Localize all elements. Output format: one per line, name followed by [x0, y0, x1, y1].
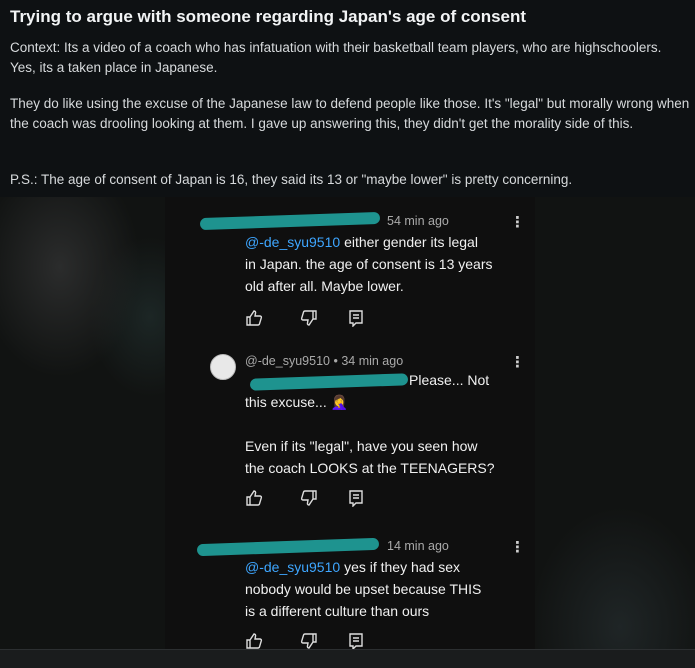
redaction-mark — [199, 211, 381, 231]
comment-line: is a different culture than ours — [245, 603, 430, 619]
comment-time: 34 min ago — [341, 354, 404, 368]
comment-time: 14 min ago — [387, 539, 449, 553]
more-options-icon[interactable]: ⋮ — [510, 538, 525, 556]
post: Trying to argue with someone regarding J… — [0, 0, 695, 197]
mention-link[interactable]: @-de_syu9510 — [245, 234, 340, 250]
reply-icon[interactable] — [347, 632, 365, 650]
post-paragraph: They do like using the excuse of the Jap… — [10, 96, 690, 131]
comment-line: Please... Not — [409, 372, 490, 388]
more-options-icon[interactable]: ⋮ — [510, 353, 525, 371]
like-icon[interactable] — [245, 489, 263, 507]
redaction-mark — [196, 537, 380, 557]
avatar[interactable] — [210, 354, 236, 380]
post-paragraph: P.S.: The age of consent of Japan is 16,… — [10, 172, 573, 187]
comment-line: in Japan. the age of consent is 13 years — [245, 256, 493, 272]
reply-icon[interactable] — [347, 489, 365, 507]
like-icon[interactable] — [245, 309, 263, 327]
comment-line: @-de_syu9510 yes if they had sex — [245, 556, 460, 578]
comment-actions — [245, 309, 385, 329]
dislike-icon[interactable] — [300, 489, 318, 507]
comment-line: nobody would be upset because THIS — [245, 581, 482, 597]
dislike-icon[interactable] — [300, 632, 318, 650]
comment-line: old after all. Maybe lower. — [245, 278, 404, 294]
comment-line: @-de_syu9510 either gender its legal — [245, 231, 478, 253]
screenshot-image[interactable]: 54 min ago ⋮ @-de_syu9510 either gender … — [0, 197, 695, 668]
comment-line: the coach LOOKS at the TEENAGERS? — [245, 460, 495, 476]
comment-text: either gender its legal — [344, 234, 478, 250]
dislike-icon[interactable] — [300, 309, 318, 327]
comment-author[interactable]: @-de_syu9510 — [245, 354, 330, 368]
bottom-bar — [0, 649, 695, 668]
comment-line: this excuse... 🤦‍♀️ — [245, 394, 349, 410]
more-options-icon[interactable]: ⋮ — [510, 213, 525, 231]
like-icon[interactable] — [245, 632, 263, 650]
redaction-mark — [249, 373, 409, 391]
comment-author-time: @-de_syu9510 • 34 min ago — [245, 354, 403, 368]
mention-link[interactable]: @-de_syu9510 — [245, 559, 340, 575]
comment-actions — [245, 489, 385, 509]
reply-icon[interactable] — [347, 309, 365, 327]
comment-text: yes if they had sex — [344, 559, 461, 575]
comment-time: 54 min ago — [387, 214, 449, 228]
comment-thread: 54 min ago ⋮ @-de_syu9510 either gender … — [165, 197, 535, 650]
post-paragraph: Context: Its a video of a coach who has … — [10, 40, 662, 75]
post-title[interactable]: Trying to argue with someone regarding J… — [10, 7, 526, 27]
comment-line: Even if its "legal", have you seen how — [245, 438, 478, 454]
